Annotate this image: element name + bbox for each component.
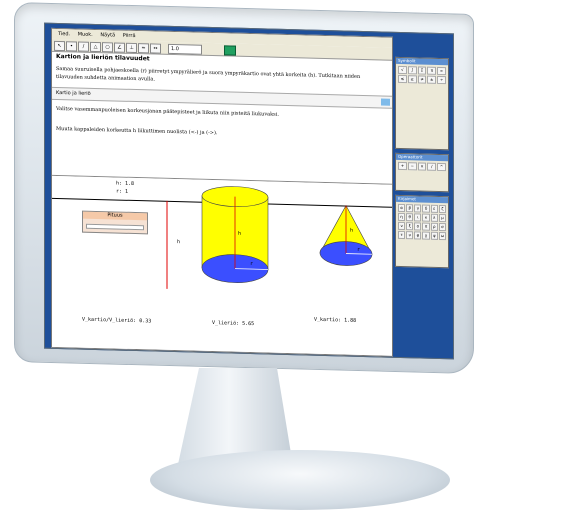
zoom-field[interactable]: 1.0 — [168, 43, 202, 55]
letter-button[interactable]: ρ — [430, 222, 438, 231]
intro-text: Samaa suuruisella pohjaeskoella (r) piir… — [56, 65, 361, 83]
polygon-tool-icon[interactable]: △ — [90, 41, 101, 53]
transform-tool-icon[interactable]: ⊥ — [126, 42, 137, 54]
letter-button[interactable]: θ — [406, 213, 414, 222]
section-title: Kartio ja lieriö — [56, 89, 91, 97]
solids-drawing — [166, 186, 373, 289]
operator-button[interactable]: × — [417, 162, 427, 171]
slider-tool-icon[interactable]: ═ — [138, 43, 149, 54]
letter-button[interactable]: ο — [414, 222, 422, 231]
symbol-button[interactable]: ≠ — [417, 75, 427, 84]
letter-button[interactable]: ν — [398, 221, 406, 231]
point-tool-icon[interactable]: • — [66, 41, 77, 52]
letter-button[interactable]: β — [406, 204, 414, 213]
menu-view[interactable]: Näytä — [100, 32, 115, 38]
lock-icon[interactable] — [224, 45, 236, 56]
measure-tool-icon[interactable]: ↔ — [150, 43, 161, 54]
letters-panel: Kirjaimet αβγδεζηθικλμνξοπρστυφχψω — [395, 194, 449, 269]
letter-button[interactable]: φ — [414, 231, 422, 240]
cylinder-volume: V_lieriö: 5.65 — [212, 320, 255, 328]
h-mark-left: h — [177, 239, 181, 246]
letter-button[interactable]: η — [398, 212, 406, 222]
monitor-base — [150, 450, 450, 510]
line-tool-icon[interactable]: / — [78, 41, 89, 52]
letter-button[interactable]: σ — [438, 222, 446, 232]
instruction-text-1: Valitse vasemmanpuoleisen korkeusjanan p… — [56, 105, 279, 118]
operator-button[interactable]: ^ — [437, 162, 446, 172]
letter-button[interactable]: κ — [422, 213, 430, 222]
letter-button[interactable]: ξ — [406, 222, 414, 231]
letter-button[interactable]: ψ — [430, 231, 438, 240]
symbol-button[interactable]: ∞ — [437, 66, 446, 76]
symbol-button[interactable]: ÷ — [437, 75, 446, 85]
letter-button[interactable]: ε — [430, 204, 438, 213]
menu-edit[interactable]: Muok. — [78, 32, 93, 38]
symbol-button[interactable]: π — [427, 66, 437, 75]
cone-volume: V_kartio: 1.88 — [314, 316, 357, 324]
symbols-panel: Symbolit √ ∫ Σ π ∞ ≤ ≥ ≠ ± ÷ — [395, 56, 449, 151]
letter-button[interactable]: π — [422, 222, 430, 231]
instruction-text-2: Muuta kappaleiden korkeutta h liikuttime… — [56, 125, 218, 137]
letter-button[interactable]: γ — [414, 204, 422, 213]
circle-tool-icon[interactable]: ○ — [102, 42, 113, 53]
letters-grid: αβγδεζ ηθικλμ νξοπρσ τυφχψω — [396, 202, 448, 242]
symbol-button[interactable]: Σ — [417, 66, 427, 75]
letter-button[interactable]: λ — [430, 213, 438, 222]
expand-icon[interactable] — [381, 98, 390, 106]
h-mark-cone: h — [350, 227, 354, 234]
geometry-view[interactable]: h: 1.8 r: 1 Pituus h h h r r V_kartio/V_… — [52, 175, 392, 356]
operator-button[interactable]: − — [407, 162, 417, 171]
letter-button[interactable]: μ — [438, 213, 446, 223]
app-window: Tied. Muok. Näytä Piirrä ↖ • / △ ○ ∠ ⊥ ═… — [51, 27, 393, 357]
symbol-button[interactable]: ≤ — [398, 74, 407, 84]
symbol-button[interactable]: ± — [427, 75, 437, 84]
letter-button[interactable]: υ — [406, 231, 414, 240]
operator-button[interactable]: + — [398, 161, 407, 171]
letter-button[interactable]: ζ — [438, 204, 446, 214]
h-mark-cylinder: h — [238, 230, 242, 237]
arrow-tool-icon[interactable]: ↖ — [54, 40, 65, 52]
operator-button[interactable]: / — [427, 162, 437, 171]
symbol-button[interactable]: ∫ — [407, 66, 417, 75]
menu-draw[interactable]: Piirrä — [123, 33, 136, 39]
letter-button[interactable]: ω — [438, 231, 446, 241]
letter-button[interactable]: ι — [414, 213, 422, 222]
page-title: Kartion ja lieriön tilavuudet — [56, 52, 150, 63]
letter-button[interactable]: χ — [422, 231, 430, 240]
operators-panel: Operaattorit + − × / ^ — [395, 152, 449, 193]
symbol-button[interactable]: √ — [398, 65, 407, 75]
letter-button[interactable]: τ — [398, 230, 406, 240]
r-mark-cylinder: r — [250, 261, 254, 268]
angle-tool-icon[interactable]: ∠ — [114, 42, 125, 53]
monitor-screen: Tied. Muok. Näytä Piirrä ↖ • / △ ○ ∠ ⊥ ═… — [44, 22, 454, 360]
letter-button[interactable]: δ — [422, 204, 430, 213]
letter-button[interactable]: α — [398, 203, 406, 213]
r-mark-cone: r — [357, 246, 361, 253]
menu-file[interactable]: Tied. — [58, 31, 70, 37]
symbol-button[interactable]: ≥ — [407, 75, 417, 84]
